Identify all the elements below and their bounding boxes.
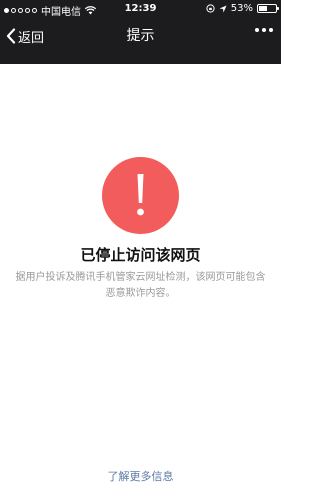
page-heading: 已停止访问该网页 <box>80 246 201 264</box>
battery-icon <box>257 4 279 13</box>
top-bar: 中国电信 12:39 53% 返回 提示 <box>0 0 281 64</box>
alert-icon-badge <box>102 157 179 234</box>
more-dots-icon[interactable] <box>255 28 273 32</box>
warning-description: 据用户投诉及腾讯手机管家云网址检测，该网页可能包含恶意欺诈内容。 <box>15 272 266 299</box>
battery-percentage: 53% <box>230 3 253 14</box>
orientation-lock-icon <box>206 4 215 13</box>
status-bar: 中国电信 12:39 53% <box>0 0 281 18</box>
status-right: 53% <box>206 3 279 14</box>
more-info-link[interactable]: 了解更多信息 <box>0 468 281 484</box>
exclamation-icon <box>137 174 144 216</box>
navigation-bar: 返回 提示 <box>0 18 281 64</box>
location-arrow-icon <box>219 5 227 12</box>
page-title: 提示 <box>126 28 155 44</box>
battery-fill <box>259 6 268 11</box>
